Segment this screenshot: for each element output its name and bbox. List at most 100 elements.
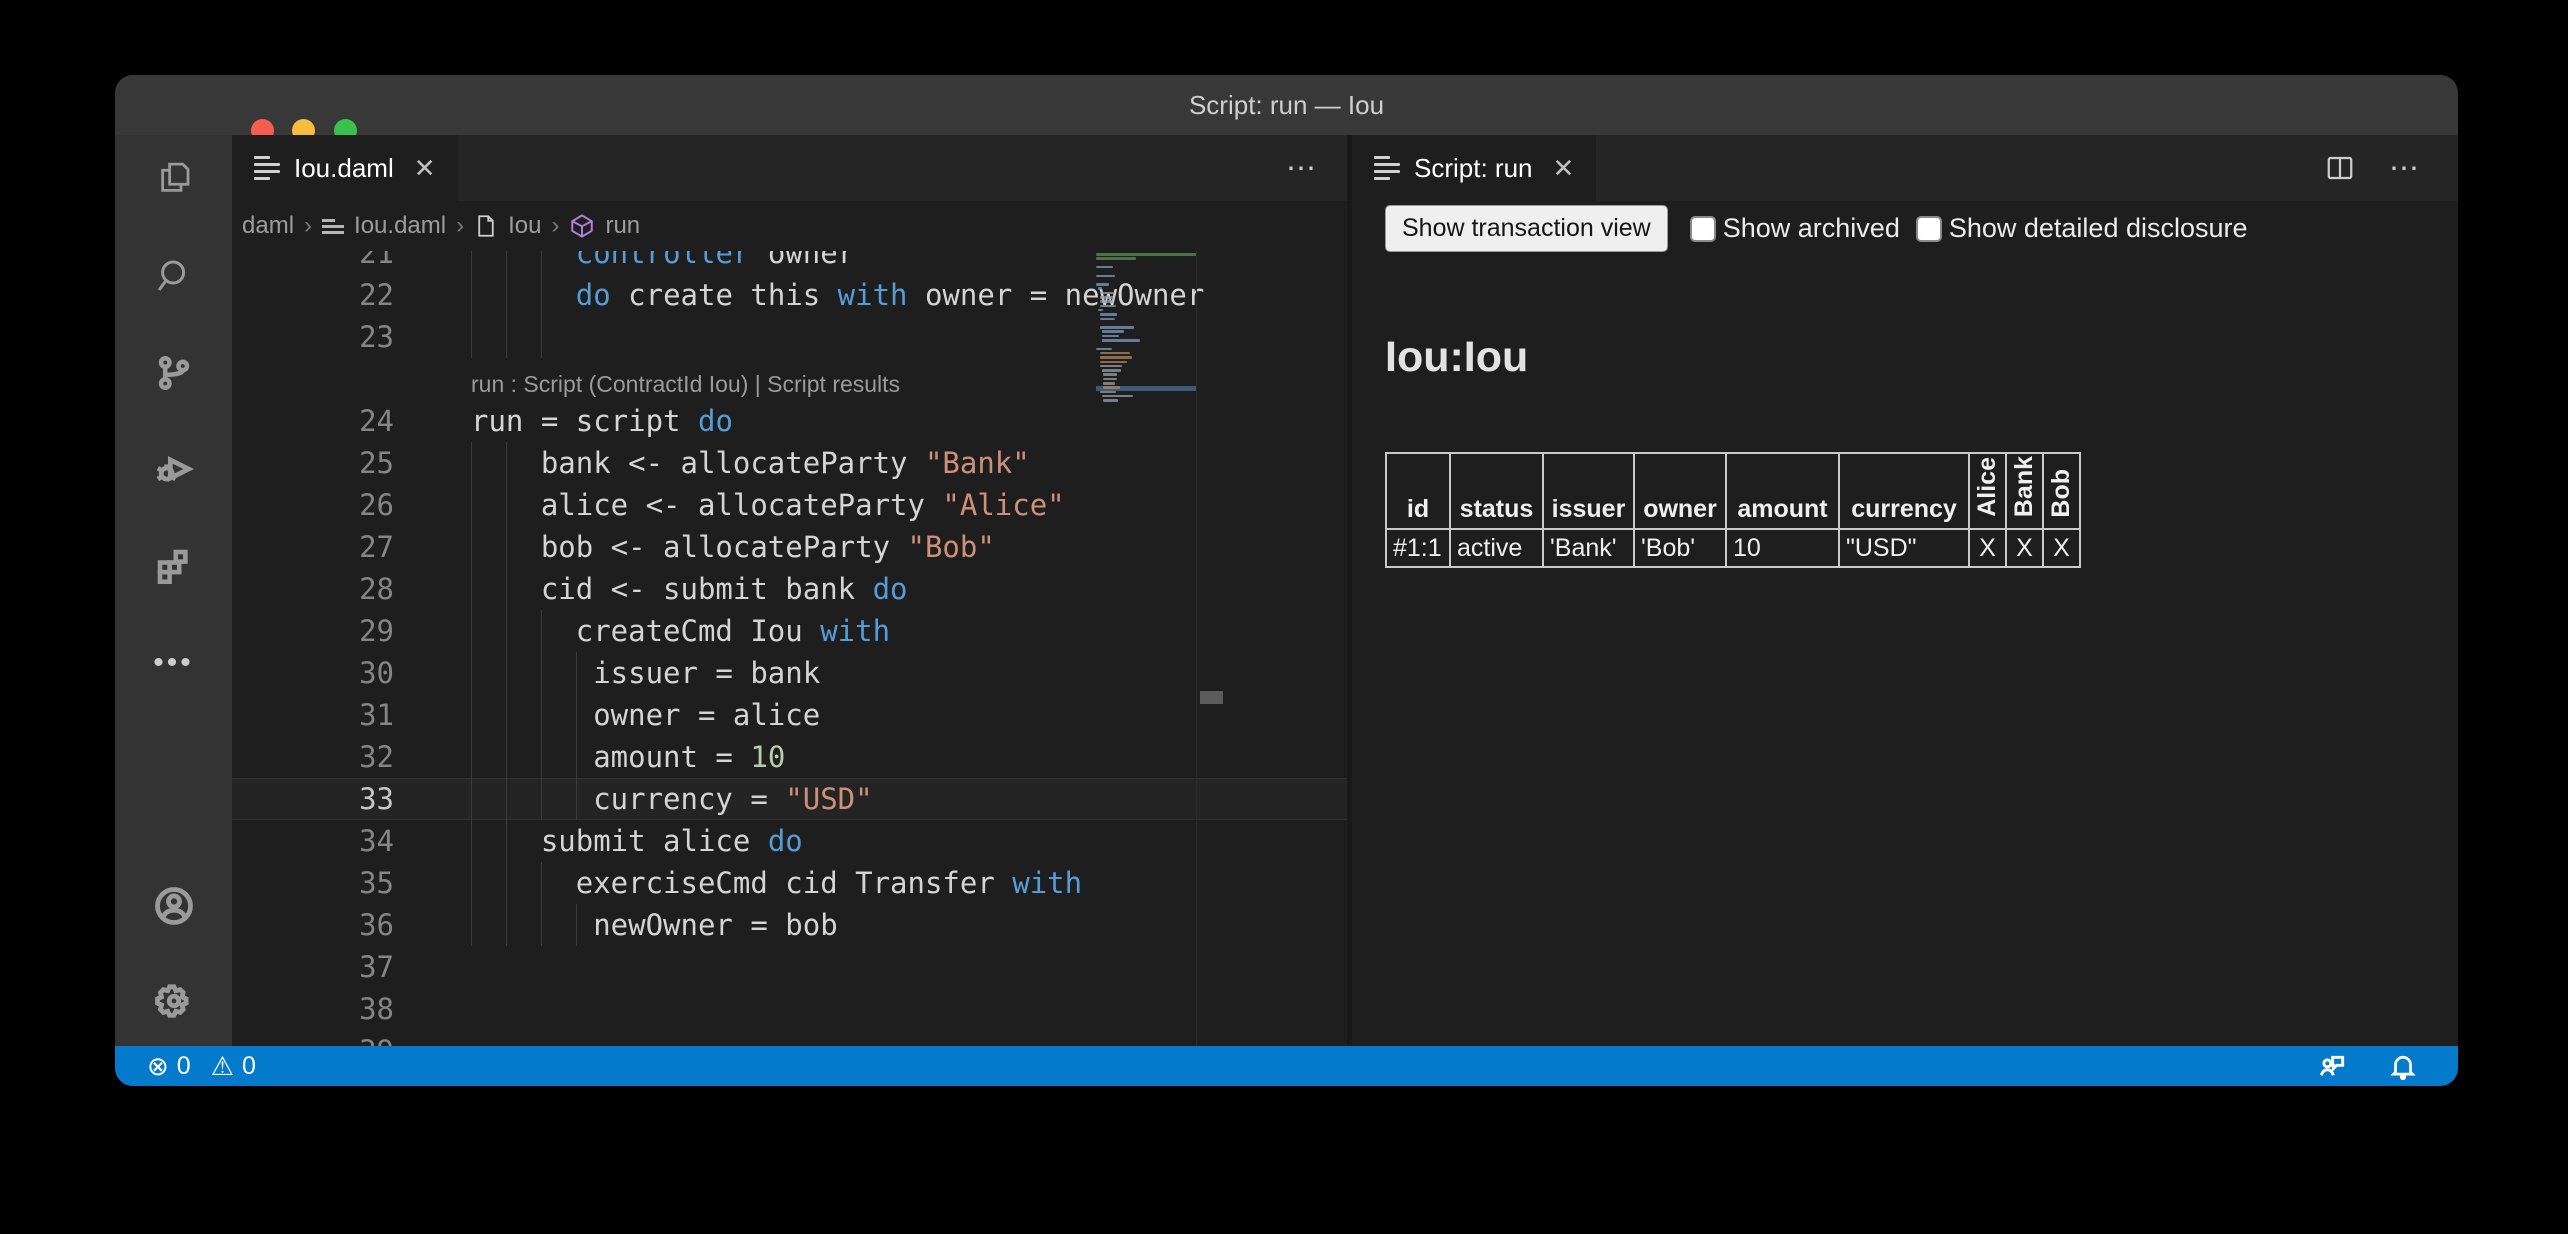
code-token: bob <- allocateParty [471, 530, 908, 564]
code-line[interactable]: 35 exerciseCmd cid Transfer with [232, 862, 1347, 904]
table-row: #1:1active'Bank''Bob'10"USD"XXX [1386, 529, 2080, 567]
tab-label: Iou.daml [294, 153, 394, 184]
code-line[interactable]: 28 cid <- submit bank do [232, 568, 1347, 610]
more-actions-icon[interactable]: ⋯ [2389, 151, 2422, 186]
editor-scrollbar[interactable] [1196, 251, 1226, 1046]
explorer-icon[interactable] [115, 143, 232, 215]
breadcrumb-folder[interactable]: daml [242, 212, 294, 240]
table-party-header: Bank [2006, 453, 2043, 529]
code-token: "Bob" [908, 530, 995, 564]
signature-cell: X [2006, 529, 2043, 567]
scrollbar-slider[interactable] [1200, 691, 1223, 704]
code-token: do [698, 404, 733, 438]
party-column-label: Bob [2047, 469, 2076, 518]
search-icon[interactable] [115, 240, 232, 312]
minimap-line [1100, 318, 1115, 321]
settings-gear-icon[interactable] [115, 965, 232, 1037]
tab-script-run[interactable]: Script: run ✕ [1352, 135, 1596, 201]
window-title: Script: run — Iou [115, 75, 2458, 135]
minimap-line [1100, 326, 1134, 329]
vscode-window: Script: run — Iou ••• Iou.d [115, 75, 2458, 1086]
minimap-line [1098, 287, 1102, 290]
table-column-header: amount [1726, 453, 1839, 529]
show-detailed-disclosure-checkbox[interactable] [1916, 216, 1942, 242]
line-number: 22 [232, 274, 394, 316]
line-number: 38 [232, 988, 394, 1030]
code-line[interactable]: 34 submit alice do [232, 820, 1347, 862]
minimap[interactable] [1096, 253, 1196, 453]
problems-status[interactable]: ⊗ 0 ⚠ 0 [147, 1046, 256, 1086]
run-debug-icon[interactable] [115, 433, 232, 505]
status-bar: ⊗ 0 ⚠ 0 [115, 1046, 2458, 1086]
right-editor-actions: ⋯ [2325, 135, 2422, 201]
code-text: alice <- allocateParty "Alice" [471, 484, 1065, 526]
minimap-line [1100, 391, 1116, 394]
code-line[interactable]: 37 [232, 946, 1347, 988]
code-line[interactable]: 36 newOwner = bob [232, 904, 1347, 946]
table-column-header: id [1386, 453, 1450, 529]
minimap-line [1100, 352, 1129, 355]
code-editor[interactable]: 21 controller owner22 do create this wit… [232, 251, 1347, 1046]
code-text: newOwner = bob [471, 904, 838, 946]
right-tab-bar: Script: run ✕ ⋯ [1352, 135, 2458, 201]
line-number: 29 [232, 610, 394, 652]
split-editor-icon[interactable] [2325, 153, 2355, 183]
show-transaction-view-button[interactable]: Show transaction view [1385, 205, 1668, 252]
line-number: 31 [232, 694, 394, 736]
line-number: 35 [232, 862, 394, 904]
code-line[interactable]: 33 currency = "USD" [232, 778, 1347, 820]
breadcrumb-module[interactable]: Iou [508, 212, 541, 240]
more-views-icon[interactable]: ••• [115, 627, 232, 699]
source-control-icon[interactable] [115, 337, 232, 409]
party-column-label: Bank [2010, 456, 2039, 517]
notifications-bell-icon[interactable] [2388, 1050, 2418, 1082]
code-token: do [873, 572, 908, 606]
code-text: currency = "USD" [471, 778, 873, 820]
feedback-icon[interactable] [2316, 1050, 2348, 1082]
code-token: "USD" [785, 782, 872, 816]
minimap-line [1096, 257, 1136, 260]
breadcrumb-symbol[interactable]: run [605, 212, 640, 240]
script-results-webview: Show transaction view Show archived Show… [1352, 201, 2458, 1046]
show-archived-checkbox[interactable] [1690, 216, 1716, 242]
line-number: 25 [232, 442, 394, 484]
code-line[interactable]: 30 issuer = bank [232, 652, 1347, 694]
chevron-right-icon: › [304, 212, 312, 240]
codelens-text[interactable]: run : Script (ContractId Iou) | Script r… [471, 371, 900, 398]
minimap-line [1096, 348, 1112, 351]
close-tab-icon[interactable]: ✕ [414, 153, 436, 184]
account-icon[interactable] [115, 870, 232, 942]
error-icon: ⊗ [147, 1046, 169, 1086]
code-line[interactable]: 29 createCmd Iou with [232, 610, 1347, 652]
left-editor-actions: ⋯ [1286, 135, 1319, 201]
code-token: owner [750, 251, 855, 270]
table-cell: 'Bob' [1634, 529, 1726, 567]
code-line[interactable]: 26 alice <- allocateParty "Alice" [232, 484, 1347, 526]
minimap-line [1103, 382, 1115, 385]
signature-cell: X [2043, 529, 2080, 567]
minimap-line [1102, 339, 1140, 342]
close-tab-icon[interactable]: ✕ [1553, 153, 1575, 184]
line-number: 28 [232, 568, 394, 610]
show-archived-label: Show archived [1723, 213, 1900, 244]
line-number: 30 [232, 652, 394, 694]
table-cell: 'Bank' [1543, 529, 1634, 567]
code-line[interactable]: 31 owner = alice [232, 694, 1347, 736]
code-token: exerciseCmd cid Transfer [471, 866, 1012, 900]
line-number: 23 [232, 316, 394, 358]
contracts-table: idstatusissuerowneramountcurrencyAliceBa… [1385, 452, 2081, 568]
code-line[interactable]: 39 [232, 1030, 1347, 1046]
code-text: do create this with owner = newOwner [471, 274, 1204, 316]
code-token: bank <- allocateParty [471, 446, 925, 480]
script-controls: Show transaction view Show archived Show… [1385, 205, 2248, 252]
code-text: amount = 10 [471, 736, 785, 778]
code-line[interactable]: 32 amount = 10 [232, 736, 1347, 778]
line-number: 33 [232, 778, 394, 820]
breadcrumb-file[interactable]: Iou.daml [354, 212, 446, 240]
more-actions-icon[interactable]: ⋯ [1286, 151, 1319, 186]
code-line[interactable]: 27 bob <- allocateParty "Bob" [232, 526, 1347, 568]
code-line[interactable]: 38 [232, 988, 1347, 1030]
tab-iou-daml[interactable]: Iou.daml ✕ [232, 135, 458, 201]
minimap-line [1102, 395, 1132, 398]
extensions-icon[interactable] [115, 530, 232, 602]
